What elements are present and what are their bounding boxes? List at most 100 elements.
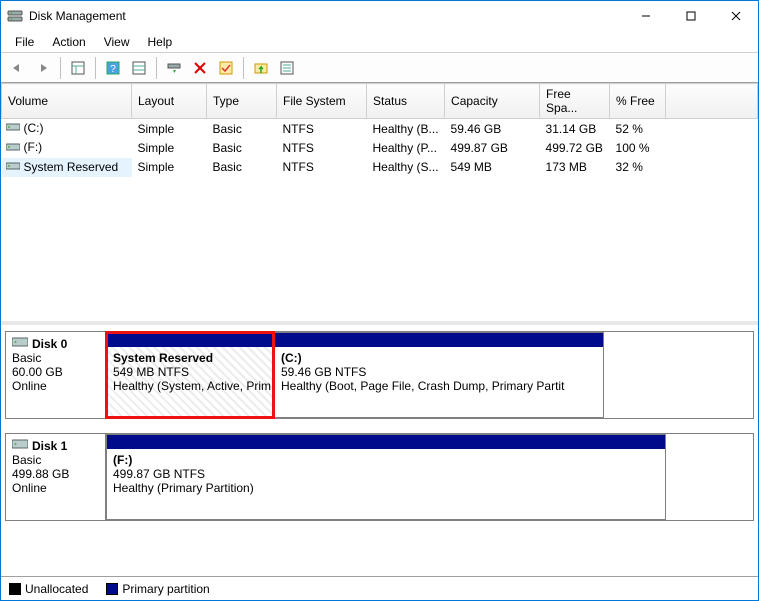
disk-info: Disk 1Basic499.88 GBOnline <box>6 434 106 520</box>
menubar: File Action View Help <box>1 31 758 53</box>
menu-file[interactable]: File <box>7 33 42 51</box>
partition-size: 499.87 GB NTFS <box>113 467 205 481</box>
partition-header <box>275 333 603 347</box>
partition-body: (F:)499.87 GB NTFSHealthy (Primary Parti… <box>107 449 665 519</box>
volume-list-pane: Volume Layout Type File System Status Ca… <box>1 83 758 325</box>
col-capacity[interactable]: Capacity <box>445 84 540 119</box>
check-button[interactable] <box>214 56 238 80</box>
volume-capacity: 59.46 GB <box>445 119 540 139</box>
minimize-button[interactable] <box>623 2 668 30</box>
col-pctfree[interactable]: % Free <box>610 84 666 119</box>
console-tree-button[interactable] <box>66 56 90 80</box>
volume-type: Basic <box>207 138 277 157</box>
volume-pct: 52 % <box>610 119 666 139</box>
window-controls <box>623 2 758 30</box>
drive-icon <box>6 160 20 175</box>
partition[interactable]: System Reserved549 MB NTFSHealthy (Syste… <box>106 332 274 418</box>
partition-size: 59.46 GB NTFS <box>281 365 366 379</box>
disk-type: Basic <box>12 453 99 467</box>
disk-map-scroll[interactable]: Disk 0Basic60.00 GBOnlineSystem Reserved… <box>1 325 758 576</box>
help-button[interactable]: ? <box>101 56 125 80</box>
disk-size: 60.00 GB <box>12 365 99 379</box>
legend-unallocated-label: Unallocated <box>25 582 88 596</box>
menu-action[interactable]: Action <box>44 33 93 51</box>
disk-name: Disk 1 <box>32 439 67 453</box>
refresh-button[interactable] <box>162 56 186 80</box>
volume-capacity: 549 MB <box>445 158 540 177</box>
settings-button[interactable] <box>127 56 151 80</box>
partition-body: (C:)59.46 GB NTFSHealthy (Boot, Page Fil… <box>275 347 603 417</box>
volume-free: 499.72 GB <box>540 138 610 157</box>
col-filesystem[interactable]: File System <box>277 84 367 119</box>
toolbar-separator <box>243 57 244 79</box>
menu-view[interactable]: View <box>96 33 138 51</box>
disk-state: Online <box>12 481 99 495</box>
disk-name: Disk 0 <box>32 337 67 351</box>
disk-info: Disk 0Basic60.00 GBOnline <box>6 332 106 418</box>
disk-icon <box>12 438 28 453</box>
drive-icon <box>6 141 20 156</box>
volume-capacity: 499.87 GB <box>445 138 540 157</box>
volume-type: Basic <box>207 119 277 139</box>
col-layout[interactable]: Layout <box>132 84 207 119</box>
table-row[interactable]: System ReservedSimpleBasicNTFSHealthy (S… <box>2 158 758 177</box>
partition-label: System Reserved <box>113 351 213 365</box>
partition-size: 549 MB NTFS <box>113 365 189 379</box>
col-volume[interactable]: Volume <box>2 84 132 119</box>
titlebar: Disk Management <box>1 1 758 31</box>
legend-unallocated: Unallocated <box>9 582 88 596</box>
disk-row[interactable]: Disk 1Basic499.88 GBOnline(F:)499.87 GB … <box>5 433 754 521</box>
close-button[interactable] <box>713 2 758 30</box>
col-status[interactable]: Status <box>367 84 445 119</box>
volume-status: Healthy (B... <box>367 119 445 139</box>
toolbar-separator <box>156 57 157 79</box>
volume-fs: NTFS <box>277 119 367 139</box>
disk-state: Online <box>12 379 99 393</box>
partition-label: (F:) <box>113 453 132 467</box>
volume-layout: Simple <box>132 138 207 157</box>
volume-status: Healthy (S... <box>367 158 445 177</box>
drive-icon <box>6 121 20 136</box>
volume-name: System Reserved <box>24 160 119 174</box>
partition-header <box>107 435 665 449</box>
volume-name: (C:) <box>24 121 44 135</box>
table-row[interactable]: (F:)SimpleBasicNTFSHealthy (P...499.87 G… <box>2 138 758 157</box>
swatch-unallocated-icon <box>9 583 21 595</box>
partition-header <box>107 333 273 347</box>
back-button[interactable] <box>5 56 29 80</box>
legend: Unallocated Primary partition <box>1 576 758 600</box>
toolbar-separator <box>60 57 61 79</box>
svg-text:?: ? <box>110 64 116 75</box>
volume-fs: NTFS <box>277 138 367 157</box>
forward-button[interactable] <box>31 56 55 80</box>
toolbar-separator <box>95 57 96 79</box>
partition-body: System Reserved549 MB NTFSHealthy (Syste… <box>107 347 273 417</box>
table-row[interactable]: (C:) SimpleBasicNTFSHealthy (B...59.46 GB… <box>2 119 758 139</box>
toolbar: ? <box>1 53 758 83</box>
rescan-button[interactable] <box>249 56 273 80</box>
partition[interactable]: (F:)499.87 GB NTFSHealthy (Primary Parti… <box>106 434 666 520</box>
swatch-primary-icon <box>106 583 118 595</box>
col-freespace[interactable]: Free Spa... <box>540 84 610 119</box>
disk-row[interactable]: Disk 0Basic60.00 GBOnlineSystem Reserved… <box>5 331 754 419</box>
partition[interactable]: (C:)59.46 GB NTFSHealthy (Boot, Page Fil… <box>274 332 604 418</box>
volume-type: Basic <box>207 158 277 177</box>
partition-status: Healthy (Primary Partition) <box>113 481 254 495</box>
col-type[interactable]: Type <box>207 84 277 119</box>
volume-layout: Simple <box>132 119 207 139</box>
disk-type: Basic <box>12 351 99 365</box>
volume-table[interactable]: Volume Layout Type File System Status Ca… <box>1 83 758 177</box>
volume-fs: NTFS <box>277 158 367 177</box>
delete-button[interactable] <box>188 56 212 80</box>
legend-primary-label: Primary partition <box>122 582 209 596</box>
app-icon <box>7 8 23 24</box>
menu-help[interactable]: Help <box>140 33 181 51</box>
window-title: Disk Management <box>29 9 623 23</box>
disk-map-pane: Disk 0Basic60.00 GBOnlineSystem Reserved… <box>1 325 758 600</box>
maximize-button[interactable] <box>668 2 713 30</box>
partition-label: (C:) <box>281 351 302 365</box>
volume-status: Healthy (P... <box>367 138 445 157</box>
properties-button[interactable] <box>275 56 299 80</box>
volume-free: 31.14 GB <box>540 119 610 139</box>
col-filler <box>666 84 758 119</box>
